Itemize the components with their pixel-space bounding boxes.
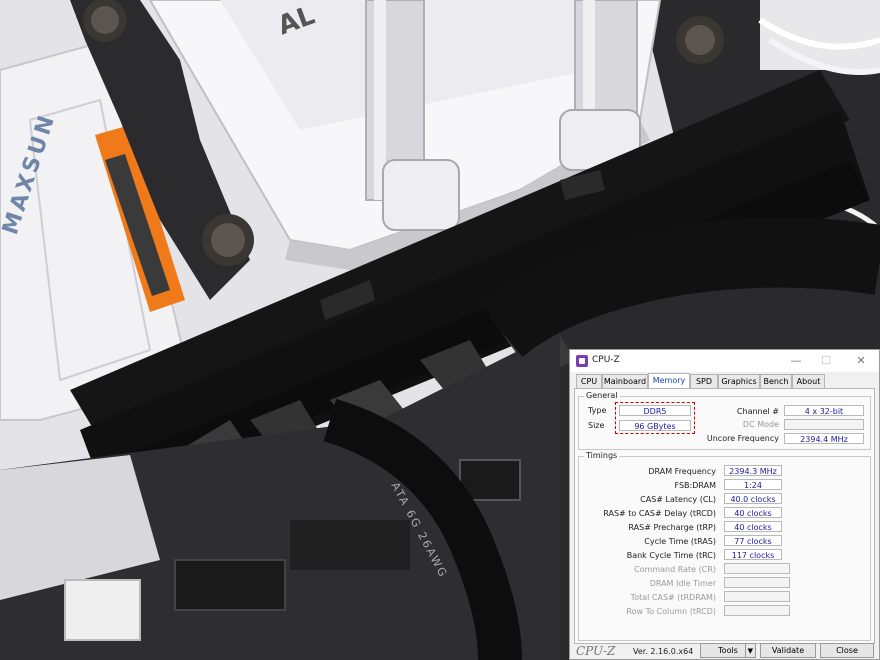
- timing-value: [724, 577, 790, 588]
- timing-label: Row To Column (tRCD): [626, 607, 716, 616]
- tab-bench[interactable]: Bench: [760, 374, 792, 388]
- timing-value: 40 clocks: [724, 521, 782, 532]
- maximize-button[interactable]: ☐: [815, 353, 837, 369]
- timing-label: Command Rate (CR): [634, 565, 716, 574]
- timing-value: [724, 591, 790, 602]
- minimize-button[interactable]: —: [785, 353, 807, 369]
- tab-mainboard[interactable]: Mainboard: [602, 374, 648, 388]
- footer-bar: CPU-Z Ver. 2.16.0.x64 Tools ▼ Validate C…: [570, 643, 879, 659]
- timing-label: RAS# to CAS# Delay (tRCD): [603, 509, 716, 518]
- timing-value: 2394.3 MHz: [724, 465, 782, 476]
- dropdown-arrow-icon: ▼: [744, 644, 753, 658]
- timings-group: Timings DRAM Frequency 2394.3 MHz FSB:DR…: [578, 451, 871, 641]
- timing-label: DRAM Idle Timer: [649, 579, 716, 588]
- tab-spd[interactable]: SPD: [690, 374, 718, 388]
- memory-tab-page: General Type DDR5 Size 96 GBytes Channel…: [574, 388, 875, 644]
- size-label: Size: [588, 421, 605, 430]
- tools-button[interactable]: Tools ▼: [700, 643, 756, 658]
- uncore-frequency-value: 2394.4 MHz: [784, 433, 864, 444]
- tab-cpu[interactable]: CPU: [576, 374, 602, 388]
- dc-mode-value: [784, 419, 864, 430]
- cpuz-window: CPU-Z — ☐ ✕ CPU Mainboard Memory SPD Gra…: [569, 349, 880, 660]
- tab-memory[interactable]: Memory: [648, 373, 690, 389]
- validate-button[interactable]: Validate: [760, 643, 816, 658]
- window-title: CPU-Z: [592, 355, 620, 365]
- tab-graphics[interactable]: Graphics: [718, 374, 760, 388]
- type-label: Type: [588, 406, 607, 415]
- general-group-title: General: [584, 391, 620, 400]
- dc-mode-label: DC Mode: [742, 420, 779, 429]
- timing-label: CAS# Latency (CL): [640, 495, 716, 504]
- timing-value: 40 clocks: [724, 507, 782, 518]
- close-button[interactable]: Close: [820, 643, 874, 658]
- timing-value: 117 clocks: [724, 549, 782, 560]
- timing-label: DRAM Frequency: [648, 467, 716, 476]
- tab-about[interactable]: About: [792, 374, 825, 388]
- title-bar[interactable]: CPU-Z — ☐ ✕: [570, 350, 879, 372]
- tools-label: Tools: [718, 646, 738, 655]
- timing-label: Cycle Time (tRAS): [644, 537, 716, 546]
- channel-value: 4 x 32-bit: [784, 405, 864, 416]
- version-label: Ver. 2.16.0.x64: [633, 647, 694, 656]
- timing-label: FSB:DRAM: [674, 481, 717, 490]
- cpuz-app-icon: [576, 355, 588, 367]
- channel-label: Channel #: [736, 407, 779, 416]
- uncore-frequency-label: Uncore Frequency: [706, 434, 779, 443]
- timing-label: Bank Cycle Time (tRC): [626, 551, 716, 560]
- timing-value: [724, 605, 790, 616]
- timings-group-title: Timings: [584, 451, 620, 460]
- close-window-button[interactable]: ✕: [850, 353, 872, 369]
- timing-label: RAS# Precharge (tRP): [628, 523, 716, 532]
- timing-value: 40.0 clocks: [724, 493, 782, 504]
- general-group: General Type DDR5 Size 96 GBytes Channel…: [578, 391, 871, 450]
- timing-value: [724, 563, 790, 574]
- timing-label: Total CAS# (tRDRAM): [630, 593, 716, 602]
- timing-value: 77 clocks: [724, 535, 782, 546]
- cpuz-brand-logo: CPU-Z: [576, 644, 616, 658]
- timing-value: 1:24: [724, 479, 782, 490]
- red-dashed-highlight: [615, 402, 695, 434]
